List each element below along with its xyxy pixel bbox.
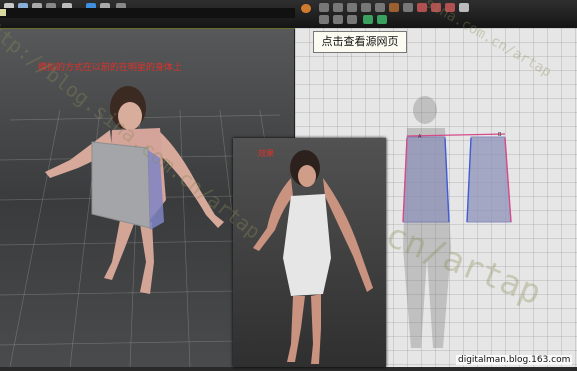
- source-watermark: digitalman.blog.163.com: [456, 355, 573, 365]
- brush-icon[interactable]: [301, 4, 311, 13]
- curve-icon[interactable]: [361, 3, 371, 12]
- toolbar-3d: [0, 0, 295, 29]
- point-icon[interactable]: [347, 3, 357, 12]
- select-icon[interactable]: [319, 3, 329, 12]
- internal-line-icon[interactable]: [319, 15, 329, 24]
- render-preview-image: [253, 150, 373, 364]
- render-label: 效果: [258, 149, 274, 158]
- grade-icon[interactable]: [347, 15, 357, 24]
- render-preview: 效果: [233, 138, 386, 367]
- marker-left: A: [418, 134, 422, 140]
- notch-icon[interactable]: [363, 15, 373, 24]
- knife-icon[interactable]: [389, 3, 399, 12]
- status-strip: [0, 8, 295, 18]
- cursor-icon: [0, 9, 6, 16]
- segment-icon[interactable]: [375, 3, 385, 12]
- arrow-icon[interactable]: [333, 3, 343, 12]
- marker-right: B: [498, 132, 502, 138]
- pattern-piece-back[interactable]: [466, 136, 512, 223]
- pattern-piece-front[interactable]: [402, 136, 450, 223]
- dart-icon[interactable]: [333, 15, 343, 24]
- sew-icon[interactable]: [403, 3, 413, 12]
- tooltip[interactable]: 点击查看源网页: [313, 31, 407, 53]
- mirror-icon[interactable]: [377, 15, 387, 24]
- box-icon[interactable]: [459, 3, 469, 12]
